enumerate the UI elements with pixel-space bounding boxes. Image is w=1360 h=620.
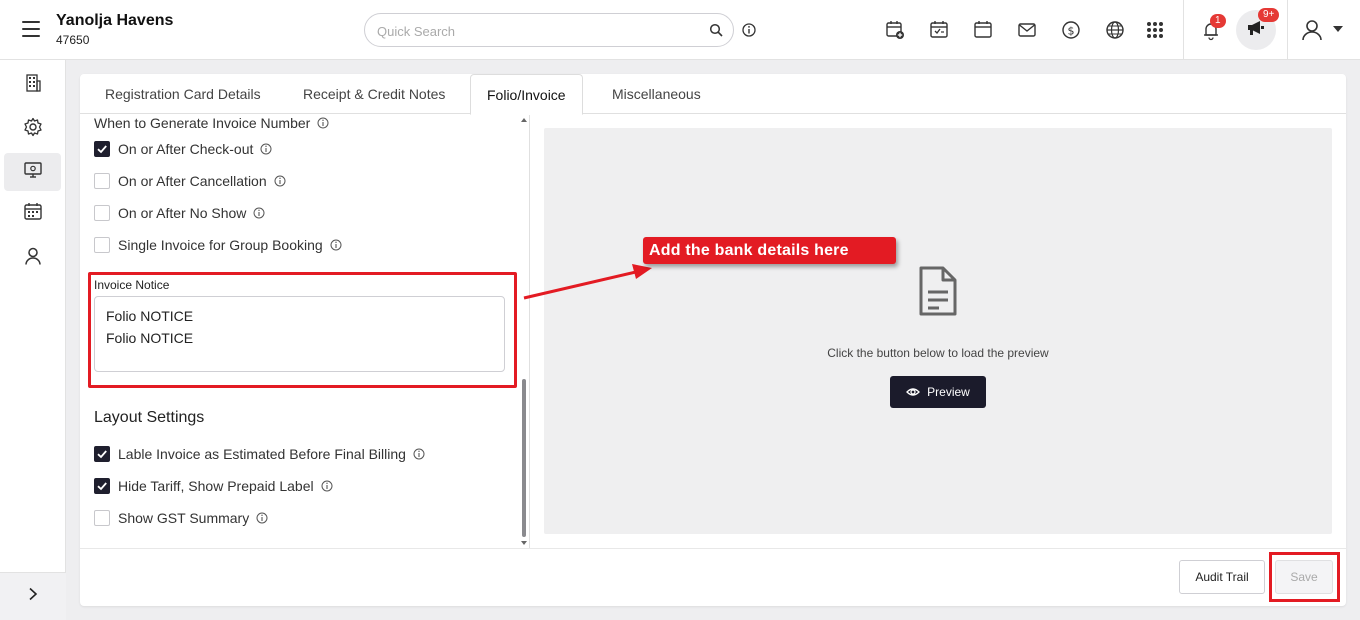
- form-scrollbar[interactable]: [519, 115, 529, 548]
- checkbox-label-invoice-estimated[interactable]: Lable Invoice as Estimated Before Final …: [94, 446, 425, 462]
- footer-bar: [80, 548, 1346, 606]
- info-icon[interactable]: [253, 207, 265, 219]
- section-label: When to Generate Invoice Number: [94, 115, 311, 131]
- checkbox-hide-tariff[interactable]: Hide Tariff, Show Prepaid Label: [94, 478, 333, 494]
- add-booking-icon[interactable]: [884, 19, 906, 41]
- tab-miscellaneous[interactable]: Miscellaneous: [596, 74, 717, 114]
- property-id: 47650: [56, 33, 90, 47]
- scroll-down-arrow-icon[interactable]: [521, 541, 527, 545]
- checkbox-label: Lable Invoice as Estimated Before Final …: [118, 446, 406, 462]
- info-icon[interactable]: [260, 143, 272, 155]
- checkbox[interactable]: [94, 205, 110, 221]
- user-icon: [23, 246, 43, 271]
- annotation-highlight-box: [88, 272, 517, 388]
- info-icon[interactable]: [321, 480, 333, 492]
- building-icon: [23, 73, 43, 98]
- user-avatar-icon[interactable]: [1300, 18, 1324, 47]
- property-name: Yanolja Havens: [56, 12, 174, 29]
- checkbox-single-invoice-group-booking[interactable]: Single Invoice for Group Booking: [94, 237, 342, 253]
- checkbox[interactable]: [94, 510, 110, 526]
- search-icon[interactable]: [709, 23, 723, 42]
- sidebar-item-display-settings[interactable]: [4, 153, 61, 191]
- divider: [1183, 0, 1184, 60]
- sidebar-item-properties[interactable]: [4, 66, 61, 104]
- gear-icon: [23, 117, 43, 142]
- audit-trail-button[interactable]: Audit Trail: [1179, 560, 1265, 594]
- search-input[interactable]: [377, 21, 697, 41]
- sidebar-item-calendar[interactable]: [4, 195, 61, 233]
- checkbox-label: On or After Cancellation: [118, 173, 267, 189]
- info-icon[interactable]: [742, 23, 756, 42]
- checkbox[interactable]: [94, 478, 110, 494]
- tab-bar: Registration Card Details Receipt & Cred…: [80, 74, 1346, 115]
- eye-icon: [906, 388, 921, 396]
- checkbox-label: On or After No Show: [118, 205, 247, 221]
- monitor-settings-icon: [23, 160, 43, 185]
- quick-search: [364, 13, 734, 47]
- sidebar-item-settings[interactable]: [4, 110, 61, 148]
- globe-icon[interactable]: [1104, 19, 1126, 41]
- megaphone-icon: [1246, 19, 1266, 42]
- info-icon[interactable]: [256, 512, 268, 524]
- info-icon[interactable]: [413, 448, 425, 460]
- sidebar-expand-button[interactable]: [0, 572, 66, 620]
- checkbox-label: Hide Tariff, Show Prepaid Label: [118, 478, 314, 494]
- chevron-right-icon: [27, 587, 39, 606]
- document-icon: [917, 266, 959, 321]
- apps-grid-icon[interactable]: [1144, 19, 1166, 41]
- annotation-callout: Add the bank details here: [643, 237, 896, 264]
- tab-receipt-credit-notes[interactable]: Receipt & Credit Notes: [287, 74, 461, 114]
- invoice-preview-area: Click the button below to load the previ…: [544, 128, 1332, 534]
- preview-button-label: Preview: [927, 385, 970, 399]
- svg-text:$: $: [1068, 24, 1075, 37]
- info-icon[interactable]: [274, 175, 286, 187]
- checkbox[interactable]: [94, 237, 110, 253]
- checkbox-on-after-cancellation[interactable]: On or After Cancellation: [94, 173, 286, 189]
- checkbox[interactable]: [94, 446, 110, 462]
- checkbox[interactable]: [94, 141, 110, 157]
- scroll-thumb[interactable]: [522, 379, 526, 537]
- checkbox-label: On or After Check-out: [118, 141, 254, 157]
- checkbox-label: Show GST Summary: [118, 510, 250, 526]
- menu-icon[interactable]: [22, 21, 40, 37]
- top-bar: Yanolja Havens 47650 $ 1 9+: [0, 0, 1360, 60]
- preview-button[interactable]: Preview: [890, 376, 986, 408]
- calendar-icon[interactable]: [972, 19, 994, 41]
- checkbox-show-gst-summary[interactable]: Show GST Summary: [94, 510, 268, 526]
- mail-icon[interactable]: [1016, 19, 1038, 41]
- calendar-grid-icon: [23, 202, 43, 227]
- divider: [1287, 0, 1288, 60]
- announcements-count-badge: 9+: [1258, 8, 1280, 22]
- sidebar-item-users[interactable]: [4, 239, 61, 277]
- info-icon[interactable]: [330, 239, 342, 251]
- sidebar: [0, 60, 66, 620]
- checkbox-label: Single Invoice for Group Booking: [118, 237, 323, 253]
- scroll-up-arrow-icon[interactable]: [521, 118, 527, 122]
- preview-message: Click the button below to load the previ…: [827, 346, 1049, 360]
- checkin-calendar-icon[interactable]: [928, 19, 950, 41]
- dollar-icon[interactable]: $: [1060, 19, 1082, 41]
- notification-count-badge: 1: [1210, 14, 1226, 28]
- checkbox-on-after-checkout[interactable]: On or After Check-out: [94, 141, 272, 157]
- annotation-save-highlight: [1269, 552, 1340, 602]
- checkbox[interactable]: [94, 173, 110, 189]
- checkbox-on-after-no-show[interactable]: On or After No Show: [94, 205, 265, 221]
- layout-settings-title: Layout Settings: [94, 409, 205, 426]
- invoice-number-heading: When to Generate Invoice Number: [94, 115, 329, 131]
- tab-registration-card-details[interactable]: Registration Card Details: [89, 74, 277, 114]
- tab-folio-invoice[interactable]: Folio/Invoice: [470, 74, 583, 115]
- info-icon[interactable]: [317, 117, 329, 129]
- user-menu-chevron-down-icon[interactable]: [1333, 26, 1343, 32]
